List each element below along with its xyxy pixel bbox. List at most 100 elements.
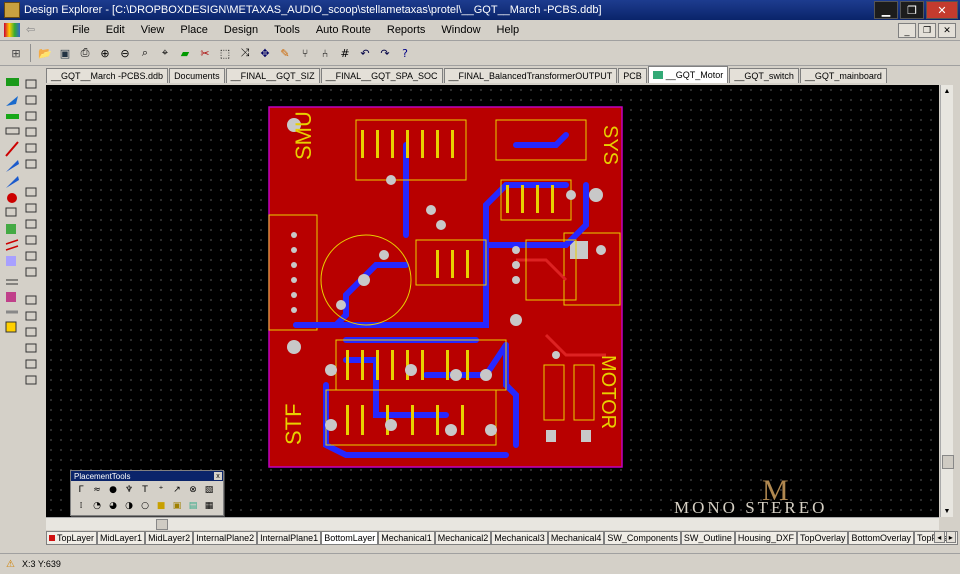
rect-tool-icon[interactable]	[5, 127, 20, 135]
component-tool-icon[interactable]	[6, 224, 16, 234]
align-c-icon[interactable]	[25, 111, 37, 121]
layer-prev-icon[interactable]: ◂	[934, 531, 945, 543]
layer-tab-mechanical2[interactable]: Mechanical2	[434, 531, 492, 545]
deselect-icon[interactable]: ⤨	[237, 45, 253, 61]
fill-icon[interactable]: ■	[154, 499, 168, 512]
origin-icon[interactable]: ⊗	[186, 483, 200, 496]
text-tool-icon[interactable]	[6, 256, 16, 266]
dimension-icon[interactable]: ↗	[170, 483, 184, 496]
align-e-icon[interactable]	[25, 143, 37, 153]
restore-button[interactable]: ❐	[900, 1, 924, 19]
doc-tab-final-siz[interactable]: __FINAL__GQT_SIZ	[225, 68, 320, 83]
menu-reports[interactable]: Reports	[379, 24, 434, 36]
doc-tab-final-spa-soc[interactable]: __FINAL__GQT_SPA_SOC	[320, 68, 443, 83]
room-icon[interactable]: ▦	[202, 499, 216, 512]
circle-edge-icon[interactable]: ○	[138, 499, 152, 512]
zoom-out-icon[interactable]: ⊖	[117, 45, 133, 61]
app-icon[interactable]	[4, 2, 20, 18]
align-d-icon[interactable]	[25, 127, 37, 137]
align-h-icon[interactable]	[25, 203, 37, 213]
doc-tab-gqt-switch[interactable]: __GQT_switch	[729, 68, 799, 83]
align-g-icon[interactable]	[25, 187, 37, 197]
arc-edge-icon[interactable]: ◔	[90, 499, 104, 512]
doc-tab-final-balanced[interactable]: __FINAL_BalancedTransformerOUTPUT	[443, 68, 618, 83]
doc-minimize-button[interactable]: _	[898, 23, 916, 38]
flag-icon[interactable]	[5, 207, 17, 217]
vertical-scroll-thumb[interactable]	[942, 455, 954, 469]
layer-tab-sw-outline[interactable]: SW_Outline	[680, 531, 735, 545]
layer-tab-midlayer1[interactable]: MidLayer1	[97, 531, 146, 545]
open-icon[interactable]: 📂	[37, 45, 53, 61]
layer-tab-topoverlay[interactable]: TopOverlay	[796, 531, 849, 545]
layer-tab-housing-dxf[interactable]: Housing_DXF	[734, 531, 797, 545]
pcb-canvas[interactable]: SMU STF SYS MOTOR	[46, 85, 939, 517]
layer-tab-toplayer[interactable]: TopLayer	[46, 531, 98, 545]
wire-tool-icon[interactable]	[5, 239, 19, 251]
menu-window[interactable]: Window	[433, 24, 488, 36]
via-icon[interactable]: ●	[106, 483, 120, 496]
zoom-area-icon[interactable]: ⌕	[137, 45, 153, 61]
move-icon[interactable]: ✥	[257, 45, 273, 61]
doc-tab-gqt-mainboard[interactable]: __GQT_mainboard	[799, 68, 887, 83]
palette-titlebar[interactable]: PlacementTools x	[71, 471, 223, 481]
select-icon[interactable]: ⬚	[217, 45, 233, 61]
layer-tab-mechanical1[interactable]: Mechanical1	[378, 531, 435, 545]
zoom-in-icon[interactable]: ⊕	[97, 45, 113, 61]
line-icon[interactable]: Γ	[74, 483, 88, 496]
place-component-icon[interactable]: ▰	[177, 45, 193, 61]
zoom-fit-icon[interactable]: ⌖	[157, 45, 173, 61]
align-o-icon[interactable]	[25, 327, 37, 337]
layer-tab-internalplane2[interactable]: InternalPlane2	[193, 531, 258, 545]
layer-tab-sw-components[interactable]: SW_Components	[604, 531, 681, 545]
layer-tab-mechanical4[interactable]: Mechanical4	[547, 531, 605, 545]
align-q-icon[interactable]	[25, 359, 37, 369]
cross-probe-icon[interactable]: ✎	[277, 45, 293, 61]
doc-tab-pcb[interactable]: PCB	[618, 68, 647, 83]
back-arrow-icon[interactable]: ⇦	[26, 23, 54, 37]
probe-tool-icon[interactable]	[6, 176, 19, 188]
align-n-icon[interactable]	[25, 311, 37, 321]
doc-tab-ddb[interactable]: __GQT__March -PCBS.ddb	[46, 68, 169, 83]
design-manager-icon[interactable]: ⊞	[8, 45, 24, 61]
doc-tab-gqt-motor[interactable]: __GQT_Motor	[647, 66, 729, 83]
arc-icon[interactable]: ⁞	[74, 499, 88, 512]
align-j-icon[interactable]	[25, 235, 37, 245]
doc-close-button[interactable]: ✕	[938, 23, 956, 38]
menu-view[interactable]: View	[133, 24, 173, 36]
scroll-up-icon[interactable]: ▲	[941, 85, 953, 97]
component-icon[interactable]: ⑃	[317, 45, 333, 61]
menu-auto-route[interactable]: Auto Route	[308, 24, 379, 36]
component-icon[interactable]: ▤	[186, 499, 200, 512]
browse-library-icon[interactable]: ⑂	[297, 45, 313, 61]
help-tool-icon[interactable]	[5, 321, 17, 333]
layer-tab-bottomlayer[interactable]: BottomLayer	[321, 531, 379, 545]
arc-center-icon[interactable]: ◕	[106, 499, 120, 512]
hatch-icon[interactable]: ▧	[202, 483, 216, 496]
align-f-icon[interactable]	[25, 159, 37, 169]
fill-tool-icon[interactable]	[6, 114, 19, 119]
align-r-icon[interactable]	[25, 375, 37, 385]
redo-icon[interactable]: ↷	[377, 45, 393, 61]
arrow-tool-icon[interactable]	[6, 96, 18, 106]
print-icon[interactable]: ⎙	[77, 45, 93, 61]
menu-tools[interactable]: Tools	[266, 24, 308, 36]
scroll-down-icon[interactable]: ▼	[941, 505, 953, 517]
cut-icon[interactable]: ✂	[197, 45, 213, 61]
coordinate-icon[interactable]: ⁺	[154, 483, 168, 496]
doc-restore-button[interactable]: ❐	[918, 23, 936, 38]
pen-tool-icon[interactable]	[6, 160, 19, 172]
undo-icon[interactable]: ↶	[357, 45, 373, 61]
list-tool-icon[interactable]	[6, 279, 18, 285]
align-k-icon[interactable]	[25, 251, 37, 261]
layer-tab-mechanical3[interactable]: Mechanical3	[491, 531, 548, 545]
text-icon[interactable]: T	[138, 483, 152, 496]
stop-icon[interactable]	[7, 193, 17, 203]
align-i-icon[interactable]	[25, 219, 37, 229]
layer-tab-internalplane1[interactable]: InternalPlane1	[257, 531, 322, 545]
vertical-scrollbar[interactable]: ▲ ▼	[940, 85, 954, 517]
doc-tab-documents[interactable]: Documents	[169, 68, 225, 83]
horizontal-scroll-thumb[interactable]	[156, 519, 168, 530]
circle-icon[interactable]: ◑	[122, 499, 136, 512]
layer-next-icon[interactable]: ▸	[945, 531, 956, 543]
line-tool-icon[interactable]	[5, 141, 19, 157]
